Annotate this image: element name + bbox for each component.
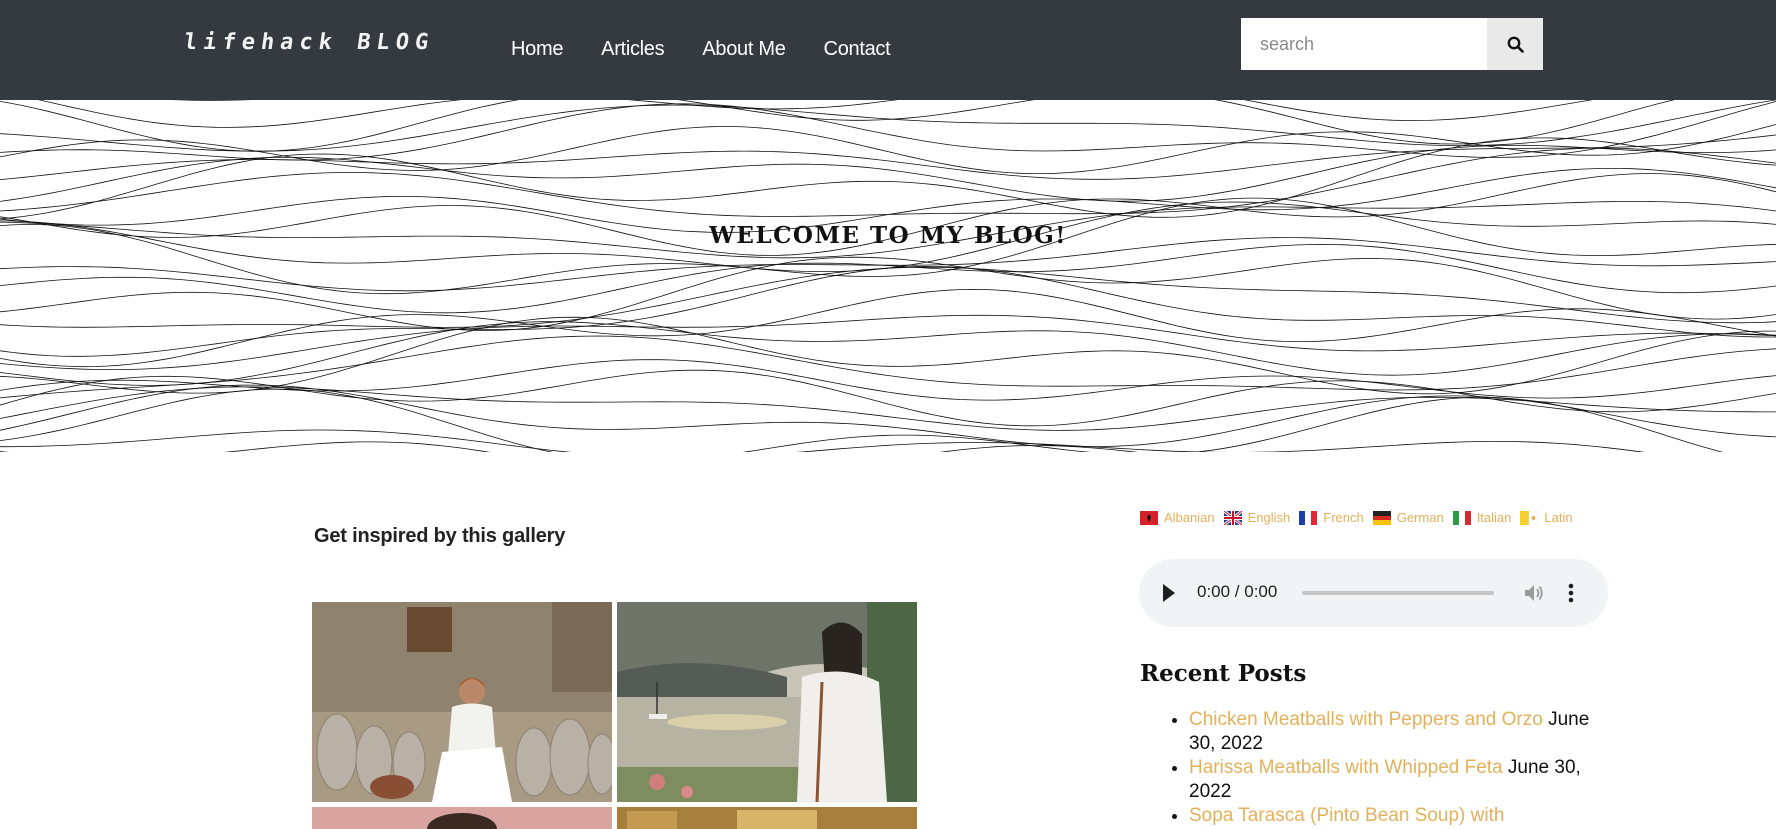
wave-line	[0, 429, 1645, 452]
recent-post-link[interactable]: Harissa Meatballs with Whipped Feta	[1189, 757, 1508, 778]
lang-latin-label: Latin	[1544, 510, 1573, 525]
nav-articles-link[interactable]: Articles	[601, 38, 664, 61]
main-nav: Home Articles About Me Contact	[511, 38, 928, 61]
lang-latin-link[interactable]: Latin	[1520, 510, 1573, 525]
more-options-icon[interactable]	[1567, 582, 1575, 604]
search-icon	[1507, 36, 1524, 53]
nav-about-link[interactable]: About Me	[702, 38, 786, 61]
wave-line	[0, 384, 1776, 448]
gallery-photo-interior[interactable]	[617, 807, 917, 829]
wave-line	[38, 100, 1594, 128]
audio-time: 0:00 / 0:00	[1197, 582, 1278, 601]
hero-banner: WELCOME TO MY BLOG!	[0, 100, 1776, 452]
recent-post-link[interactable]: Chicken Meatballs with Peppers and Orzo	[1189, 709, 1548, 730]
list-item: Harissa Meatballs with Whipped Feta June…	[1189, 756, 1599, 804]
wavy-line-pattern	[0, 100, 1776, 452]
gallery-heading: Get inspired by this gallery	[314, 525, 566, 547]
wave-line	[0, 124, 1776, 174]
lang-french-link[interactable]: French	[1299, 510, 1364, 525]
language-switcher: Albanian English French German Italian L…	[1140, 510, 1582, 525]
audio-progress-slider[interactable]	[1302, 591, 1494, 595]
search-button[interactable]	[1487, 18, 1543, 70]
top-navbar: lifehack BLOG Home Articles About Me Con…	[0, 0, 1776, 100]
lang-albanian-label: Albanian	[1164, 510, 1215, 525]
list-item: Chicken Meatballs with Peppers and Orzo …	[1189, 708, 1599, 756]
wave-line	[0, 100, 1776, 152]
gallery-photo-bay[interactable]	[617, 602, 917, 802]
recent-post-link[interactable]: Sopa Tarasca (Pinto Bean Soup) with	[1189, 805, 1504, 826]
play-icon[interactable]	[1161, 583, 1177, 603]
wave-line	[0, 100, 1675, 152]
lang-french-label: French	[1323, 510, 1364, 525]
wave-line	[0, 314, 1776, 370]
search-form	[1241, 18, 1543, 70]
wave-line	[0, 369, 1776, 427]
wave-line	[0, 386, 1776, 431]
uk-flag-icon	[1223, 510, 1242, 525]
lang-english-link[interactable]: English	[1223, 510, 1291, 525]
france-flag-icon	[1299, 510, 1318, 525]
nav-contact-link[interactable]: Contact	[824, 38, 891, 61]
albania-flag-icon	[1140, 510, 1158, 525]
search-input[interactable]	[1241, 18, 1487, 70]
vatican-flag-icon	[1520, 510, 1539, 525]
wave-line	[0, 316, 1776, 395]
wave-line	[0, 388, 1724, 452]
wave-line	[0, 359, 1776, 401]
wave-line	[0, 288, 1776, 368]
germany-flag-icon	[1372, 510, 1391, 525]
italy-flag-icon	[1452, 510, 1471, 525]
recent-posts-heading: Recent Posts	[1140, 660, 1307, 687]
lang-albanian-link[interactable]: Albanian	[1140, 510, 1215, 525]
recent-posts-list: Chicken Meatballs with Peppers and Orzo …	[1189, 708, 1599, 828]
wave-line	[0, 441, 1139, 452]
gallery-photo-pink[interactable]	[312, 807, 612, 829]
hero-title: WELCOME TO MY BLOG!	[709, 222, 1067, 249]
lang-italian-label: Italian	[1476, 510, 1512, 525]
nav-home-link[interactable]: Home	[511, 38, 563, 61]
audio-player: 0:00 / 0:00	[1139, 559, 1608, 627]
lang-italian-link[interactable]: Italian	[1452, 510, 1512, 525]
list-item: Sopa Tarasca (Pinto Bean Soup) with	[1189, 804, 1599, 828]
lang-english-label: English	[1247, 510, 1291, 525]
wave-line	[0, 147, 1776, 217]
site-logo[interactable]: lifehack BLOG	[182, 30, 436, 55]
volume-icon[interactable]	[1523, 583, 1545, 603]
lang-german-label: German	[1396, 510, 1444, 525]
wave-line	[0, 137, 1776, 220]
gallery-photo-pots[interactable]	[312, 602, 612, 802]
lang-german-link[interactable]: German	[1372, 510, 1444, 525]
